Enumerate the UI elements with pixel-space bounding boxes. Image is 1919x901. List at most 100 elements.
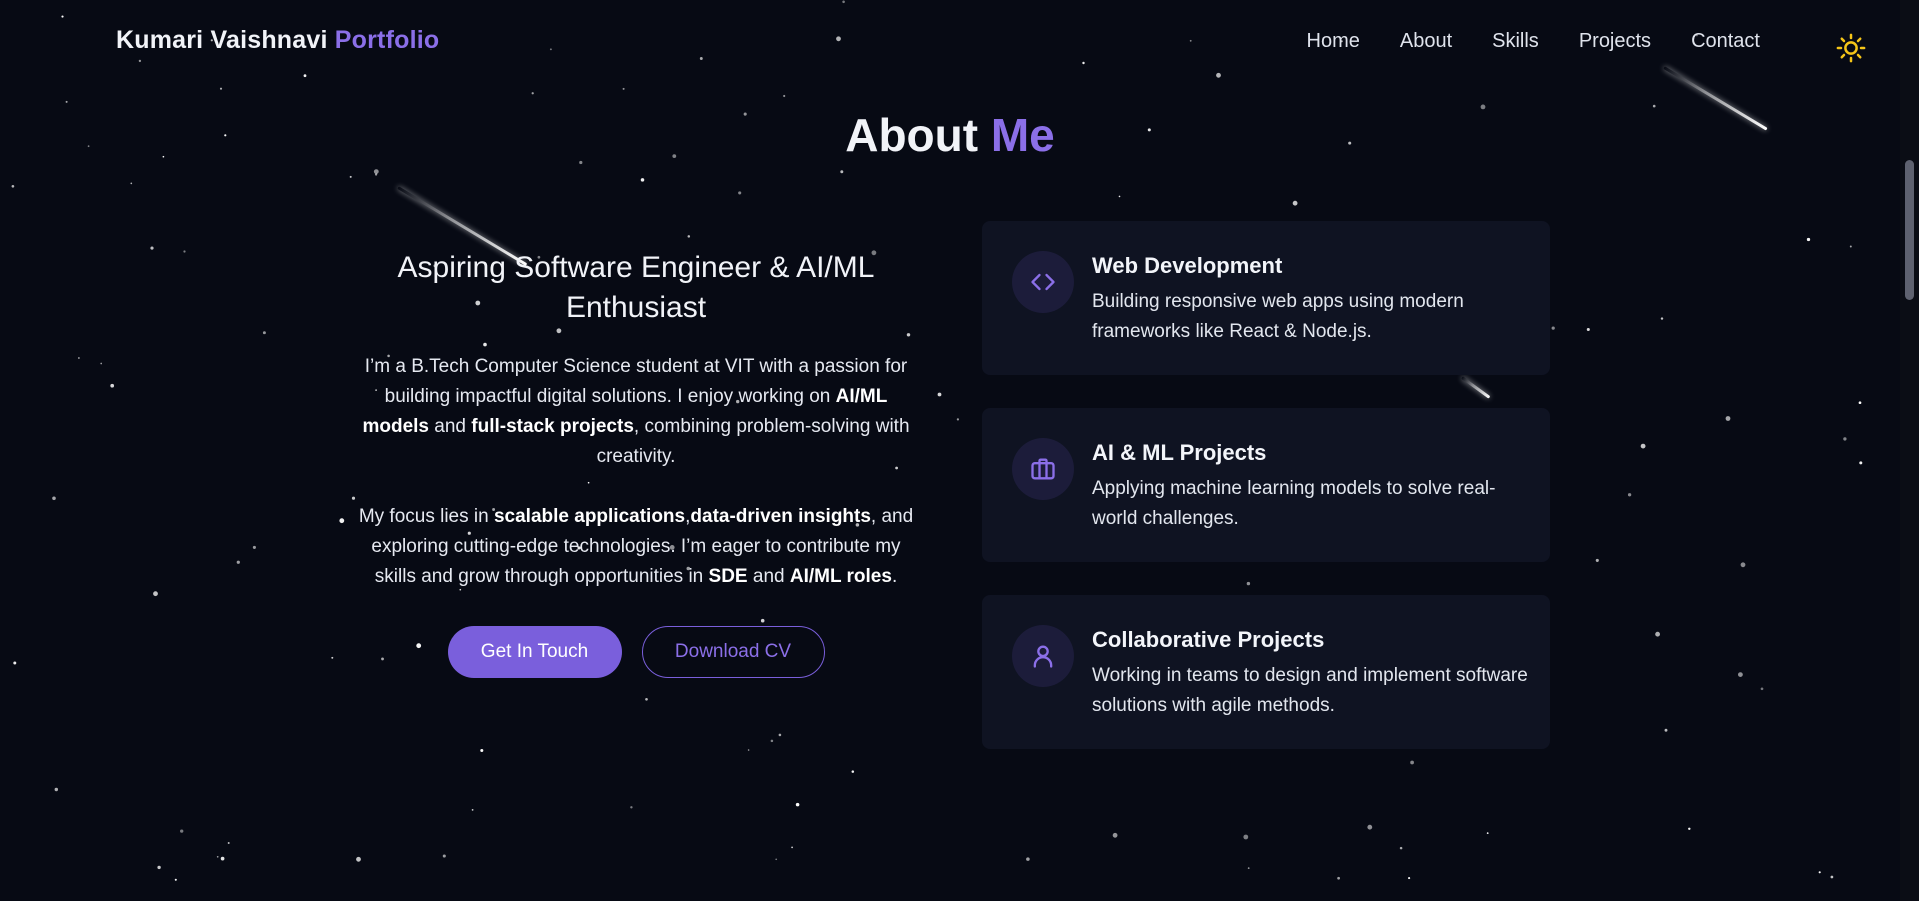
star bbox=[738, 191, 742, 195]
star bbox=[100, 362, 103, 365]
star bbox=[174, 878, 177, 881]
nav-home[interactable]: Home bbox=[1307, 30, 1360, 53]
star bbox=[373, 169, 379, 175]
star bbox=[1486, 832, 1489, 834]
star bbox=[1818, 871, 1821, 874]
star bbox=[349, 175, 352, 178]
star bbox=[13, 661, 17, 665]
star bbox=[252, 545, 256, 549]
star bbox=[78, 357, 80, 359]
star bbox=[640, 178, 645, 182]
star bbox=[442, 854, 446, 858]
star bbox=[1725, 416, 1731, 421]
code-icon-badge bbox=[1012, 251, 1074, 313]
about-paragraph-1: I’m a B.Tech Computer Science student at… bbox=[362, 356, 910, 467]
about-paragraph-2: My focus lies in scalable applications,d… bbox=[358, 506, 914, 587]
nav-contact[interactable]: Contact bbox=[1691, 30, 1760, 53]
star bbox=[1367, 824, 1373, 830]
star bbox=[356, 856, 361, 862]
star bbox=[471, 809, 474, 811]
section-title: About Me bbox=[0, 108, 1900, 162]
star bbox=[778, 733, 782, 737]
download-cv-button[interactable]: Download CV bbox=[641, 626, 825, 678]
star bbox=[956, 418, 960, 421]
card-collaborative-projects: Collaborative Projects Working in teams … bbox=[982, 595, 1550, 749]
about-heading: Aspiring Software Engineer & AI/ML Enthu… bbox=[397, 251, 875, 324]
star bbox=[54, 787, 59, 792]
star bbox=[216, 855, 219, 858]
star bbox=[65, 100, 68, 103]
star bbox=[1740, 562, 1746, 568]
star bbox=[937, 392, 942, 397]
star bbox=[1858, 401, 1862, 405]
star bbox=[1026, 857, 1030, 861]
star bbox=[795, 802, 800, 807]
user-icon-badge bbox=[1012, 625, 1074, 687]
star bbox=[1551, 326, 1555, 330]
star bbox=[1738, 672, 1743, 677]
star bbox=[1410, 760, 1414, 765]
get-in-touch-button[interactable]: Get In Touch bbox=[447, 626, 622, 678]
page-scrollbar[interactable] bbox=[1900, 0, 1919, 901]
main-nav: Home About Skills Projects Contact bbox=[1307, 30, 1760, 53]
star bbox=[1118, 195, 1121, 198]
star bbox=[1246, 581, 1251, 586]
star bbox=[130, 182, 133, 185]
brand-name: Kumari Vaishnavi bbox=[116, 26, 328, 54]
star bbox=[1243, 834, 1249, 840]
star bbox=[851, 770, 855, 773]
star bbox=[1627, 493, 1632, 497]
star bbox=[1849, 245, 1852, 248]
star bbox=[775, 858, 778, 861]
star bbox=[770, 739, 774, 743]
star bbox=[1655, 631, 1660, 637]
card-description: Applying machine learning models to solv… bbox=[1092, 478, 1496, 529]
star bbox=[1806, 237, 1811, 242]
card-web-development: Web Development Building responsive web … bbox=[982, 221, 1550, 375]
star bbox=[1843, 437, 1847, 441]
star bbox=[220, 856, 225, 861]
star bbox=[1688, 827, 1691, 831]
star bbox=[262, 331, 266, 335]
scrollbar-thumb[interactable] bbox=[1905, 160, 1914, 300]
brand-logo[interactable]: Kumari Vaishnavi Portfolio bbox=[116, 26, 439, 55]
star bbox=[52, 496, 56, 501]
theme-toggle-button[interactable] bbox=[1836, 33, 1866, 63]
nav-about[interactable]: About bbox=[1400, 30, 1452, 53]
star bbox=[630, 806, 633, 809]
brand-accent: Portfolio bbox=[334, 26, 440, 54]
card-description: Building responsive web apps using moder… bbox=[1092, 291, 1464, 342]
user-icon bbox=[1033, 645, 1053, 668]
star bbox=[1760, 687, 1764, 691]
star bbox=[1830, 875, 1834, 879]
star bbox=[153, 591, 158, 597]
star bbox=[687, 235, 691, 238]
star bbox=[219, 87, 223, 90]
star bbox=[180, 829, 184, 833]
about-intro: Aspiring Software Engineer & AI/ML Enthu… bbox=[350, 248, 922, 678]
star bbox=[645, 697, 648, 701]
star bbox=[1664, 728, 1668, 732]
sun-icon bbox=[1836, 33, 1866, 63]
star bbox=[1408, 877, 1411, 880]
star bbox=[531, 92, 534, 95]
card-description: Working in teams to design and implement… bbox=[1092, 665, 1528, 716]
star bbox=[1586, 327, 1590, 332]
star bbox=[1660, 317, 1664, 320]
star bbox=[1859, 461, 1863, 465]
star bbox=[110, 383, 115, 388]
star bbox=[236, 560, 240, 564]
briefcase-icon-badge bbox=[1012, 438, 1074, 500]
card-ai-ml-projects: AI & ML Projects Applying machine learni… bbox=[982, 408, 1550, 562]
nav-skills[interactable]: Skills bbox=[1492, 30, 1539, 53]
section-title-main: About bbox=[845, 109, 979, 161]
star bbox=[1292, 200, 1298, 206]
star bbox=[1399, 846, 1403, 850]
star bbox=[157, 865, 161, 870]
card-title: AI & ML Projects bbox=[1092, 440, 1267, 465]
card-title: Collaborative Projects bbox=[1092, 627, 1325, 652]
star bbox=[339, 518, 345, 524]
star bbox=[1595, 558, 1599, 562]
star bbox=[1337, 876, 1340, 880]
nav-projects[interactable]: Projects bbox=[1579, 30, 1651, 53]
